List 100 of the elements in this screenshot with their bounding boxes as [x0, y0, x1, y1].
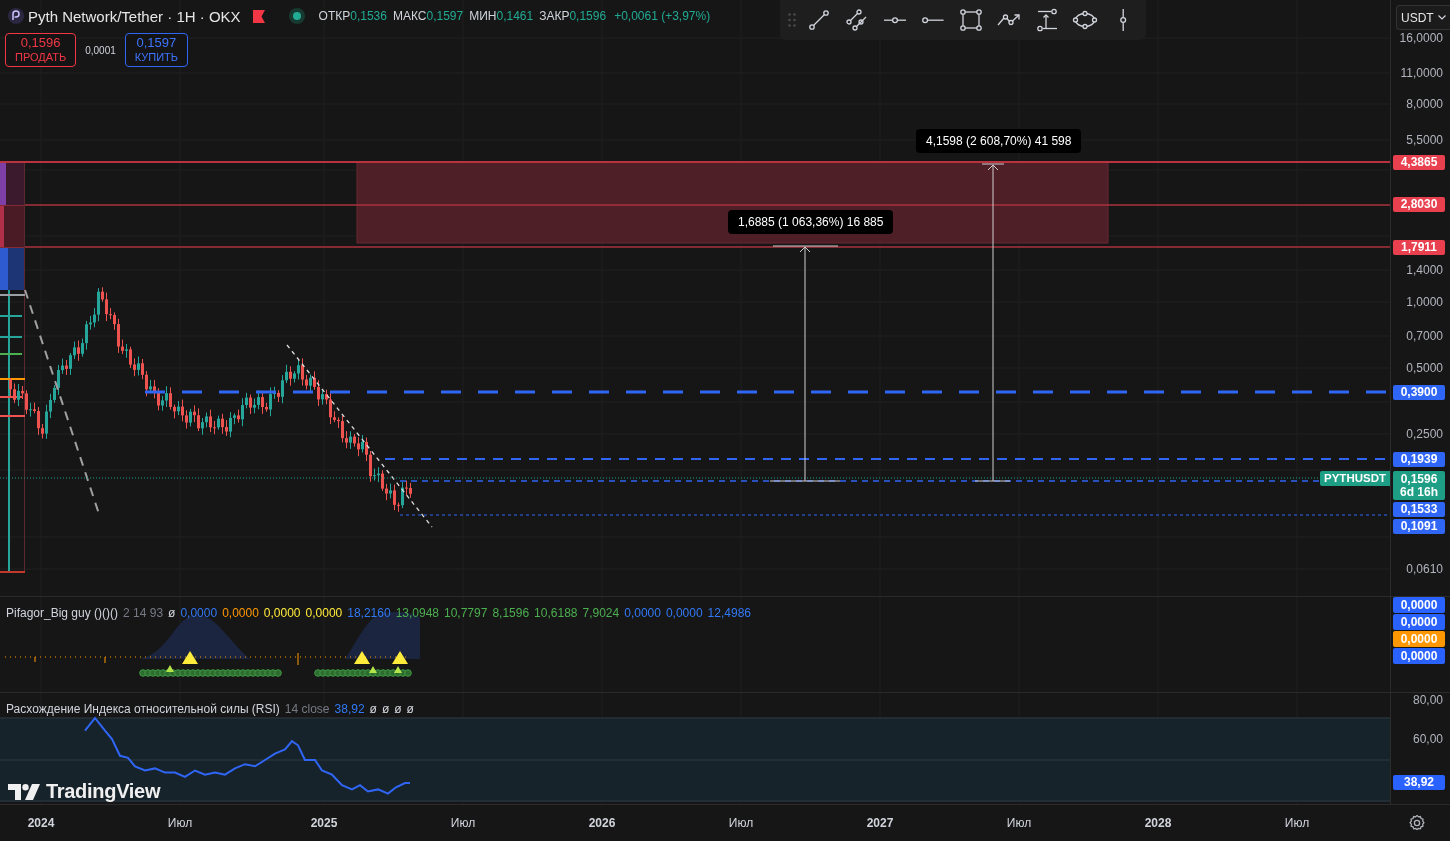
triangle-marker	[166, 665, 174, 672]
flag-icon[interactable]	[252, 9, 265, 23]
signal-tick	[34, 656, 36, 663]
indicator-value: 10,6188	[534, 606, 578, 620]
price-badge: 1,7911	[1393, 239, 1445, 255]
price-badge: 0,1091	[1393, 518, 1445, 534]
price-label: 0,1596	[1400, 472, 1438, 486]
price-tick: 0,2500	[1406, 427, 1443, 441]
indicator-name[interactable]: Pifagor_Big guy ()()()	[6, 606, 119, 620]
indicator-value: 0,0000	[624, 606, 661, 620]
triangle-marker	[394, 666, 402, 673]
indicator-value: 7,9024	[582, 606, 620, 620]
time-label: Июл	[450, 816, 476, 830]
indicator-value: 18,2160	[347, 606, 391, 620]
ohlc-label: ЗАКР	[539, 9, 570, 23]
triangle-marker	[369, 666, 377, 673]
time-label: 2026	[588, 816, 616, 830]
value-badge: 0,0000	[1393, 614, 1445, 630]
sell-button[interactable]: 0,1596 ПРОДАТЬ	[5, 33, 77, 67]
countdown-label: 6d 16h	[1400, 485, 1438, 499]
triangle-marker	[354, 651, 370, 664]
vertical-line-icon	[1119, 8, 1127, 32]
logo-icon	[8, 783, 40, 800]
ohlc-label: МИН	[469, 9, 497, 23]
horizontal-ray-icon	[922, 16, 944, 24]
triangle-marker	[392, 651, 408, 664]
indicator-symbol: ø	[369, 702, 377, 716]
ohlc-label: МАКС	[392, 9, 427, 23]
price-change: +0,0061 (+3,97%)	[614, 9, 711, 23]
indicator-name[interactable]: Расхождение Индекса относительной силы (RSI)	[6, 702, 280, 716]
indicator-value: 8,1596	[492, 606, 530, 620]
indicator-value: 0,0000	[305, 606, 343, 620]
price-badge: 0,3900	[1393, 384, 1445, 400]
buy-button[interactable]: 0,1597 КУПИТЬ	[124, 33, 189, 67]
indicator-value: 38,92	[334, 702, 365, 716]
ohlc-value: 0,1461	[496, 9, 534, 23]
horizontal-line-icon	[883, 16, 907, 24]
price-range-icon	[1035, 8, 1059, 32]
indicator-params: 2 14 93	[123, 606, 164, 620]
indicator-value: 0,0000	[222, 606, 259, 620]
price-tick: 16,0000	[1399, 31, 1443, 45]
spread-value: 0,0001	[85, 44, 116, 56]
symbol-title[interactable]: Pyth Network/Tether · 1H · OKX	[28, 7, 241, 25]
price-tick: 11,0000	[1400, 66, 1443, 80]
measure-label: 1,6885 (1 063,36%) 16 885	[728, 210, 894, 234]
indicator-value: 0,0000	[665, 606, 703, 620]
price-badge: 0,1939	[1393, 451, 1445, 467]
price-tick: 0,5000	[1406, 361, 1443, 375]
time-label: 2028	[1144, 816, 1172, 830]
value-badge: 0,0000	[1393, 597, 1445, 613]
time-label: 2024	[27, 816, 55, 830]
rsi-tick: 60,00	[1412, 732, 1443, 746]
indicator-params: 14 close	[284, 702, 330, 716]
rectangle-icon	[959, 8, 983, 32]
price-tick: 0,7000	[1406, 329, 1443, 343]
indicator-value: 0,0000	[180, 606, 218, 620]
price-tick: 1,0000	[1406, 295, 1443, 309]
price-badge: 2,8030	[1393, 196, 1445, 212]
price-badge: 4,3865	[1393, 154, 1445, 170]
indicator-symbol: ø	[394, 702, 402, 716]
time-label: 2025	[310, 816, 338, 830]
indicator-symbol: ø	[381, 702, 390, 716]
indicator-value: 10,7797	[444, 606, 488, 620]
value-badge: 0,0000	[1393, 648, 1445, 664]
price-tick: 0,0610	[1406, 562, 1443, 576]
indicator-value: 13,0948	[395, 606, 439, 620]
measure-label: 4,1598 (2 608,70%) 41 598	[916, 129, 1082, 153]
drag-handle-icon[interactable]	[788, 13, 796, 27]
price-tick: 1,4000	[1406, 263, 1443, 277]
symbol-label: PYTHUSDT	[1320, 471, 1390, 486]
ellipse-icon	[1073, 8, 1097, 32]
caret-icon	[1437, 15, 1446, 20]
signal-tick	[104, 656, 106, 664]
indicator-symbol: ø	[168, 606, 176, 620]
indicator-symbol: ø	[406, 702, 414, 716]
time-label: 2027	[866, 816, 894, 830]
indicator-value: 0,0000	[263, 606, 301, 620]
time-label: Июл	[728, 816, 754, 830]
ohlc-value: 0,1536	[350, 9, 387, 23]
coin-icon	[8, 8, 24, 24]
price-badge: 0,1533	[1393, 501, 1445, 517]
rsi-tick: 80,00	[1412, 693, 1443, 707]
currency-dropdown[interactable]: USDT	[1396, 5, 1450, 30]
time-label: Июл	[1006, 816, 1032, 830]
price-tick: 5,5000	[1406, 133, 1443, 147]
time-label: Июл	[167, 816, 193, 830]
value-badge: 38,92	[1393, 775, 1445, 790]
signal-tick	[297, 652, 299, 666]
settings-icon[interactable]	[1409, 815, 1425, 831]
value-badge: 0,0000	[1393, 631, 1445, 647]
trend-line-icon	[807, 8, 831, 32]
ohlc-label: ОТКР	[318, 9, 351, 23]
indicator-value: 12,4986	[707, 606, 751, 620]
ohlc-value: 0,1597	[426, 9, 464, 23]
time-label: Июл	[1284, 816, 1310, 830]
triangle-marker	[182, 651, 198, 664]
ohlc-value: 0,1596	[569, 9, 607, 23]
price-tick: 8,0000	[1406, 97, 1443, 111]
parallel-lines-icon	[845, 8, 869, 32]
brand-name: TradingView	[46, 780, 161, 803]
